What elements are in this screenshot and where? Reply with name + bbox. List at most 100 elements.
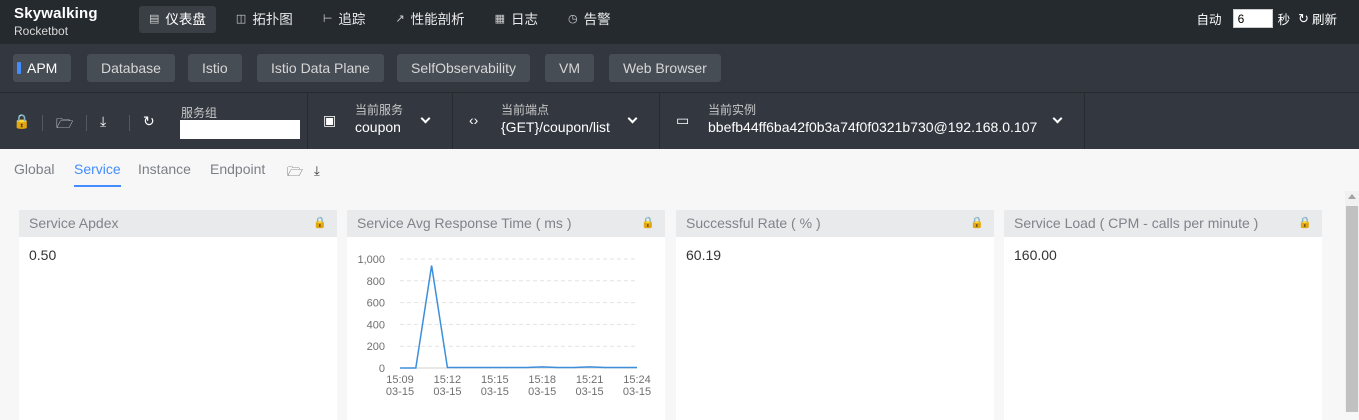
scroll-up-arrow-icon[interactable] [1348,194,1356,199]
x-tick-label: 15:18 [528,374,556,386]
card-service-avg-response-time: Service Avg Response Time ( ms ) 🔒 1,000… [347,210,665,420]
nav-item-alarm[interactable]: ◷ 告警 [558,6,621,33]
layer-tab-label: Istio [202,60,228,76]
divider [86,115,87,131]
nav-item-topology[interactable]: ◫ 拓扑图 [226,6,303,33]
layer-tab-label: VM [559,60,580,76]
download-icon[interactable]: ⤓ [100,113,106,130]
alarm-icon: ◷ [568,13,578,25]
chevron-down-icon[interactable] [627,113,638,124]
layer-tab-selfobservability[interactable]: SelfObservability [397,54,531,82]
lock-icon[interactable]: 🔒 [1298,210,1312,237]
refresh-interval-input[interactable] [1232,9,1273,28]
chevron-down-icon[interactable] [420,113,431,124]
logo: Skywalking Rocketbot [14,6,98,37]
instance-icon: ▭ [676,112,690,128]
card-title: Service Avg Response Time ( ms ) 🔒 [347,210,665,237]
layer-tab-web-browser[interactable]: Web Browser [609,54,721,82]
scrollbar-thumb[interactable] [1346,206,1358,412]
layer-tab-database[interactable]: Database [87,54,175,82]
x-tick-label: 15:21 [576,374,604,386]
auto-refresh-label: 自动 [1196,13,1222,27]
x-tick-label: 15:09 [386,374,414,386]
sync-icon[interactable]: ↻ [143,113,155,130]
layer-tab-istio-data-plane[interactable]: Istio Data Plane [257,54,384,82]
layer-tab-label: Database [101,60,161,76]
tab-instance[interactable]: Instance [138,161,191,185]
x-tick-label: 03-15 [433,386,461,398]
nav-item-label: 性能剖析 [410,12,465,27]
nav-item-profile[interactable]: ↗ 性能剖析 [385,6,474,33]
refresh-button[interactable]: ↻ 刷新 [1298,9,1337,28]
tab-endpoint[interactable]: Endpoint [210,161,265,185]
y-tick-label: 400 [367,319,385,331]
card-title-text: Service Avg Response Time ( ms ) [357,215,572,231]
active-marker [17,62,21,74]
divider [1084,93,1085,150]
service-selector[interactable]: 当前服务 coupon [355,103,403,136]
refresh-button-label: 刷新 [1311,13,1337,27]
brand-name: Skywalking [14,5,98,22]
divider [659,93,660,150]
card-value: 160.00 [1014,247,1057,263]
layer-tab-label: SelfObservability [411,60,517,76]
x-tick-label: 03-15 [481,386,509,398]
instance-selector-value: bbefb44ff6ba42f0b3a74f0f0321b730@192.168… [708,119,1038,136]
card-successful-rate: Successful Rate ( % ) 🔒 60.19 [676,210,994,420]
card-title: Service Load ( CPM - calls per minute ) … [1004,210,1322,237]
folder-icon[interactable]: 🗁 [56,113,73,137]
folder-icon[interactable]: 🗁 [287,163,303,185]
nav-item-log[interactable]: ▦ 日志 [485,6,548,33]
x-tick-label: 03-15 [386,386,414,398]
y-tick-label: 0 [379,363,385,375]
chevron-down-icon[interactable] [1052,113,1063,124]
card-title-text: Service Load ( CPM - calls per minute ) [1014,215,1259,231]
endpoint-selector-value: {GET}/coupon/list [501,119,610,136]
refresh-unit: 秒 [1277,13,1291,27]
service-icon: ▣ [323,112,337,128]
layer-tabs: APM Database Istio Istio Data Plane Self… [0,44,1359,92]
layer-tab-istio[interactable]: Istio [188,54,242,82]
layer-tab-label: APM [27,60,58,76]
y-tick-label: 800 [367,276,385,288]
layer-tab-label: Istio Data Plane [271,60,370,76]
lock-icon[interactable]: 🔒 [641,210,655,237]
endpoint-selector[interactable]: 当前端点 {GET}/coupon/list [501,103,610,136]
nav-item-label: 拓扑图 [252,12,293,27]
download-icon[interactable]: ⤓ [314,163,320,179]
service-selector-value: coupon [355,119,401,136]
dashboard-grid: Service Apdex 🔒 0.50 Service Avg Respons… [0,191,1345,420]
card-service-apdex: Service Apdex 🔒 0.50 [19,210,337,420]
x-tick-label: 15:12 [434,374,462,386]
card-value: 0.50 [29,247,57,263]
code-icon: ‹› [469,112,479,128]
top-navigation: Skywalking Rocketbot ▤ 仪表盘 ◫ 拓扑图 ⊢ 追踪 ↗ … [0,0,1359,44]
nav-item-label: 仪表盘 [165,12,206,27]
dashboard-tabs: Global Service Instance Endpoint 🗁 ⤓ [0,149,1359,191]
response-time-chart: 1,000800600400200015:0903-1515:1203-1515… [357,254,651,398]
endpoint-selector-label: 当前端点 [501,103,550,117]
trace-icon: ⊢ [322,13,333,25]
layer-tab-apm[interactable]: APM [13,54,72,82]
lock-icon[interactable]: 🔒 [970,210,984,237]
x-tick-label: 15:15 [481,374,509,386]
profile-icon: ↗ [395,13,405,25]
card-title: Successful Rate ( % ) 🔒 [676,210,994,237]
y-tick-label: 600 [367,298,385,310]
card-title: Service Apdex 🔒 [19,210,337,237]
nav-item-trace[interactable]: ⊢ 追踪 [313,6,376,33]
nav-item-label: 告警 [583,12,611,27]
instance-selector[interactable]: 当前实例 bbefb44ff6ba42f0b3a74f0f0321b730@19… [708,103,1038,136]
lock-icon[interactable]: 🔒 [313,210,327,237]
nav-item-dashboard[interactable]: ▤ 仪表盘 [139,6,216,33]
divider [129,115,130,131]
divider [42,115,43,131]
service-group-input[interactable] [180,120,300,139]
tab-global[interactable]: Global [14,161,54,185]
layer-tab-vm[interactable]: VM [545,54,594,82]
lock-icon[interactable]: 🔒 [13,113,30,130]
divider [452,93,453,150]
tab-service[interactable]: Service [74,161,121,187]
nav-item-label: 日志 [511,12,539,27]
card-title-text: Successful Rate ( % ) [686,215,821,231]
